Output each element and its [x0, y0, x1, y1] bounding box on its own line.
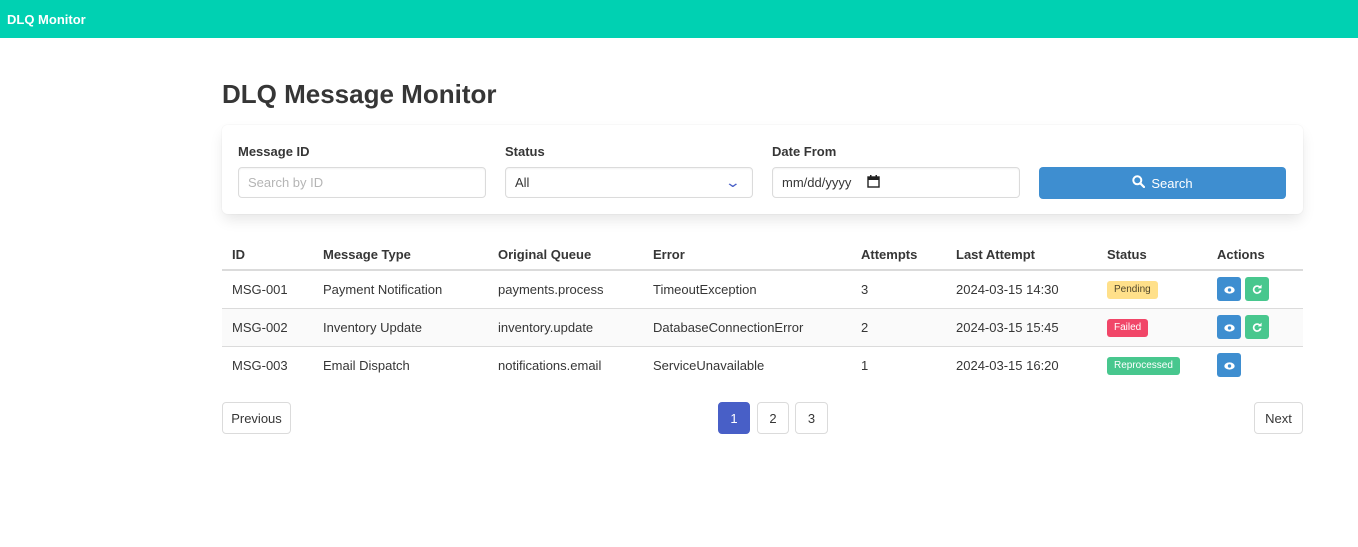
cell-status: Reprocessed	[1097, 346, 1207, 384]
date-from-value: mm/dd/yyyy	[782, 175, 852, 190]
cell-id: MSG-002	[222, 308, 313, 347]
filter-panel: Message ID Search by ID Status All ⌄ Dat…	[222, 125, 1303, 214]
message-id-input[interactable]: Search by ID	[238, 167, 486, 198]
table-row: MSG-001 Payment Notification payments.pr…	[222, 270, 1303, 309]
cell-attempts: 3	[851, 270, 946, 309]
status-select[interactable]: All ⌄	[505, 167, 753, 198]
page-title: DLQ Message Monitor	[222, 79, 497, 109]
table-row: MSG-002 Inventory Update inventory.updat…	[222, 308, 1303, 347]
view-button[interactable]	[1217, 353, 1241, 378]
cell-actions	[1207, 346, 1303, 384]
redo-icon	[1252, 282, 1262, 297]
eye-icon	[1223, 320, 1235, 335]
date-from-input[interactable]: mm/dd/yyyy	[772, 167, 1020, 198]
status-field: Status All ⌄	[505, 144, 753, 198]
cell-status: Pending	[1097, 270, 1207, 309]
cell-last-attempt: 2024-03-15 16:20	[956, 357, 1059, 373]
date-from-field: Date From mm/dd/yyyy	[772, 144, 1020, 198]
cell-error: DatabaseConnectionError	[643, 308, 851, 347]
message-id-label: Message ID	[238, 144, 310, 159]
status-label: Status	[505, 144, 545, 159]
retry-button[interactable]	[1245, 277, 1269, 302]
cell-message-type: Inventory Update	[313, 308, 488, 347]
previous-button[interactable]: Previous	[222, 402, 291, 434]
cell-status: Failed	[1097, 308, 1207, 347]
cell-original-queue: inventory.update	[488, 308, 643, 347]
date-from-label: Date From	[772, 144, 837, 159]
view-button[interactable]	[1217, 277, 1241, 302]
cell-attempts: 2	[851, 308, 946, 347]
header-attempts: Attempts	[851, 240, 946, 271]
cell-last-attempt: 2024-03-15 15:45	[946, 308, 1097, 347]
calendar-icon[interactable]	[867, 174, 881, 191]
brand-logo-text[interactable]: DLQ Monitor	[7, 12, 86, 27]
status-select-value: All	[515, 175, 530, 190]
cell-original-queue: payments.process	[488, 270, 643, 309]
cell-last-attempt: 2024-03-15 14:30	[946, 270, 1097, 309]
table-row: MSG-003 Email Dispatch notifications.ema…	[222, 346, 1303, 384]
status-badge: Pending	[1107, 280, 1158, 299]
eye-icon	[1223, 358, 1235, 373]
search-icon	[1132, 175, 1146, 191]
message-id-field: Message ID Search by ID	[238, 144, 486, 198]
cell-id: MSG-001	[222, 270, 313, 309]
dlq-messages-table: ID Message Type Original Queue Error Att…	[222, 240, 1303, 384]
view-button[interactable]	[1217, 315, 1241, 339]
header-message-type: Message Type	[313, 240, 488, 271]
search-button[interactable]: Search	[1039, 167, 1286, 199]
cell-id: MSG-003	[232, 357, 288, 373]
header-actions: Actions	[1207, 240, 1303, 271]
page-link-1[interactable]: 1	[718, 402, 750, 434]
retry-button[interactable]	[1245, 315, 1269, 339]
chevron-down-icon: ⌄	[724, 174, 742, 190]
next-button[interactable]: Next	[1254, 402, 1303, 434]
status-badge: Failed	[1107, 318, 1149, 337]
cell-error: TimeoutException	[643, 270, 851, 309]
cell-actions	[1207, 270, 1303, 309]
cell-message-type: Email Dispatch	[323, 357, 410, 373]
cell-attempts: 1	[861, 357, 869, 373]
cell-error: ServiceUnavailable	[653, 357, 765, 373]
cell-actions	[1207, 308, 1303, 347]
eye-icon	[1223, 282, 1235, 297]
search-button-label: Search	[1151, 175, 1193, 191]
table-header-row: ID Message Type Original Queue Error Att…	[222, 240, 1303, 271]
header-error: Error	[643, 240, 851, 271]
page-link-2[interactable]: 2	[757, 402, 789, 434]
cell-message-type: Payment Notification	[313, 270, 488, 309]
header-id: ID	[222, 240, 313, 271]
header-status: Status	[1097, 240, 1207, 271]
page-link-3[interactable]: 3	[795, 402, 828, 434]
pagination: Previous 1 2 3 Next	[222, 402, 1303, 434]
status-badge: Reprocessed	[1107, 356, 1180, 375]
cell-original-queue: notifications.email	[498, 357, 602, 373]
redo-icon	[1252, 320, 1262, 335]
header-last-attempt: Last Attempt	[946, 240, 1097, 271]
header-original-queue: Original Queue	[488, 240, 643, 271]
main-container: DLQ Message Monitor Message ID Search by…	[222, 38, 1303, 434]
navbar: DLQ Monitor	[0, 0, 1358, 38]
